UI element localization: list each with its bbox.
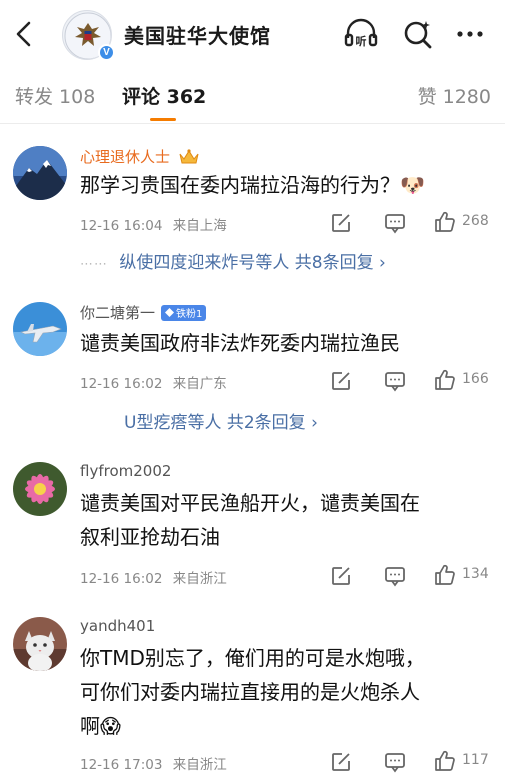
listen-label: 听 [356, 34, 367, 48]
avatar[interactable] [13, 462, 67, 516]
replies-dots: ⋯⋯ [80, 257, 108, 272]
reply-icon[interactable] [384, 212, 406, 234]
comment-location: 来自广东 [172, 376, 227, 392]
username-text: 心理退休人士 [80, 148, 171, 166]
comment-location: 来自浙江 [172, 757, 227, 773]
verified-badge: V [98, 44, 115, 61]
fan-badge: 铁粉1 [161, 304, 207, 321]
search-icon[interactable] [400, 16, 436, 52]
username-text: 你二塘第一 [80, 304, 156, 322]
comment-time: 12-16 16:02 [80, 376, 163, 392]
tab-bar: 转发 108 评论 362 赞 1280 [0, 68, 505, 124]
comment-meta: 12-16 16:02 来自浙江 [80, 567, 227, 587]
top-bar: V 美国驻华大使馆 听 [0, 0, 505, 68]
fan-badge-text: 铁粉1 [176, 309, 203, 320]
comment-time: 12-16 17:03 [80, 757, 163, 773]
comment-text-line-2: 可你们对委内瑞拉直接用的是火炮杀人 [80, 680, 420, 704]
thumbs-up-icon[interactable] [434, 211, 456, 233]
comment-time: 12-16 16:02 [80, 571, 163, 587]
replies-text: U型疙瘩等人 共2条回复 › [124, 413, 318, 433]
cat-avatar-icon [13, 617, 67, 671]
share-icon[interactable] [330, 212, 352, 234]
avatar[interactable] [13, 146, 67, 200]
comment-meta: 12-16 16:02 来自广东 [80, 372, 227, 392]
username[interactable]: yandh401 [80, 617, 155, 635]
comment-meta: 12-16 17:03 来自浙江 [80, 753, 227, 773]
tab-comments[interactable]: 评论 362 [122, 82, 206, 109]
replies-text: 纵使四度迎来炸号等人 共8条回复 › [119, 253, 386, 273]
headphones-listen-icon[interactable]: 听 [343, 16, 379, 52]
fighter-jet-avatar-icon [13, 302, 67, 356]
comment-text-line-2: 叙利亚抢劫石油 [80, 525, 220, 549]
back-arrow-icon[interactable] [10, 18, 38, 50]
tab-likes[interactable]: 赞 1280 [418, 82, 491, 109]
vip-crown-icon [179, 148, 199, 163]
username[interactable]: 心理退休人士 [80, 146, 200, 167]
comment-location: 来自浙江 [172, 571, 227, 587]
thumbs-up-icon[interactable] [434, 750, 456, 772]
comment-text: 谴责美国政府非法炸死委内瑞拉渔民 [80, 331, 400, 355]
like-count: 268 [462, 213, 489, 229]
avatar[interactable] [13, 617, 67, 671]
username[interactable]: 你二塘第一 铁粉1 [80, 302, 207, 323]
thumbs-up-icon[interactable] [434, 369, 456, 391]
account-name[interactable]: 美国驻华大使馆 [124, 20, 271, 49]
comment-item: 你二塘第一 铁粉1 谴责美国政府非法炸死委内瑞拉渔民 12-16 16:02 来… [0, 290, 505, 450]
like-count: 166 [462, 371, 489, 387]
reply-icon[interactable] [384, 370, 406, 392]
like-count: 117 [462, 752, 489, 768]
comment-time: 12-16 16:04 [80, 218, 163, 234]
share-icon[interactable] [330, 565, 352, 587]
mountain-avatar-icon [13, 146, 67, 200]
avatar[interactable] [13, 302, 67, 356]
view-replies-link[interactable]: ⋯⋯ 纵使四度迎来炸号等人 共8条回复 › [80, 248, 386, 273]
comment-text-line-3: 啊😱 [80, 714, 121, 738]
comment-item: 心理退休人士 那学习贵国在委内瑞拉沿海的行为？🐶 12-16 16:04 来自上… [0, 124, 505, 294]
comment-location: 来自上海 [172, 218, 227, 234]
reply-icon[interactable] [384, 565, 406, 587]
active-tab-indicator [150, 118, 176, 121]
tab-repost[interactable]: 转发 108 [15, 82, 95, 109]
comment-item: yandh401 你TMD别忘了，俺们用的可是水炮哦， 可你们对委内瑞拉直接用的… [0, 605, 505, 782]
like-count: 134 [462, 566, 489, 582]
thumbs-up-icon[interactable] [434, 564, 456, 586]
username[interactable]: flyfrom2002 [80, 462, 171, 480]
share-icon[interactable] [330, 751, 352, 773]
diamond-icon [165, 308, 175, 317]
reply-icon[interactable] [384, 751, 406, 773]
comment-text: 那学习贵国在委内瑞拉沿海的行为？🐶 [80, 173, 425, 197]
comment-item: flyfrom2002 谴责美国对平民渔船开火，谴责美国在 叙利亚抢劫石油 12… [0, 450, 505, 610]
comment-text-line-1: 谴责美国对平民渔船开火，谴责美国在 [80, 491, 420, 515]
share-icon[interactable] [330, 370, 352, 392]
more-options-icon[interactable] [452, 16, 488, 52]
comment-text-line-1: 你TMD别忘了，俺们用的可是水炮哦， [80, 646, 425, 670]
flower-avatar-icon [13, 462, 67, 516]
view-replies-link[interactable]: U型疙瘩等人 共2条回复 › [124, 408, 318, 433]
comment-meta: 12-16 16:04 来自上海 [80, 214, 227, 234]
